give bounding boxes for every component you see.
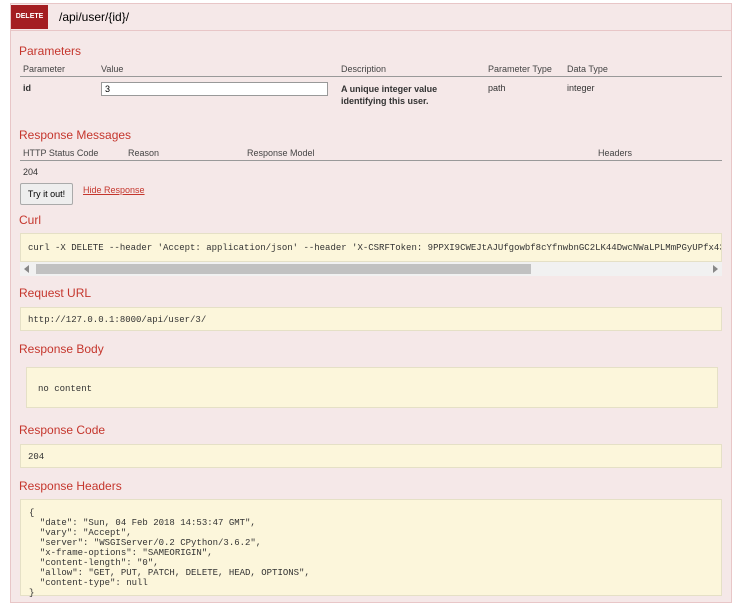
curl-command: curl -X DELETE --header 'Accept: applica…: [28, 243, 722, 253]
curl-scrollbar[interactable]: [20, 262, 722, 276]
response-code-value: 204: [28, 452, 45, 462]
request-url-box: http://127.0.0.1:8000/api/user/3/: [20, 307, 722, 331]
curl-heading: Curl: [19, 213, 42, 227]
param-data-type: integer: [567, 83, 595, 93]
response-code-heading: Response Code: [19, 423, 106, 437]
param-col-value: Value: [101, 64, 124, 74]
request-url-heading: Request URL: [19, 286, 92, 300]
param-header-divider: [20, 76, 722, 77]
scrollbar-thumb[interactable]: [36, 264, 531, 274]
resp-col-headers: Headers: [598, 148, 633, 158]
response-headers-box: { "date": "Sun, 04 Feb 2018 14:53:47 GMT…: [20, 499, 722, 598]
resp-col-reason: Reason: [128, 148, 160, 158]
scroll-left-arrow-icon[interactable]: [24, 265, 29, 273]
param-id-input[interactable]: [101, 82, 328, 96]
operation-panel: DELETE /api/user/{id}/ Parameters Parame…: [10, 3, 732, 603]
response-body-box: no content: [26, 367, 718, 408]
resp-status-code: 204: [23, 167, 39, 177]
response-body-value: no content: [38, 384, 93, 394]
resp-col-model: Response Model: [247, 148, 315, 158]
param-col-description: Description: [341, 64, 387, 74]
response-body-heading: Response Body: [19, 342, 104, 356]
response-headers-value: { "date": "Sun, 04 Feb 2018 14:53:47 GMT…: [29, 508, 310, 598]
resp-col-status: HTTP Status Code: [23, 148, 99, 158]
param-col-parameter-type: Parameter Type: [488, 64, 552, 74]
parameters-heading: Parameters: [19, 44, 82, 58]
request-url-value: http://127.0.0.1:8000/api/user/3/: [28, 315, 207, 325]
response-headers-heading: Response Headers: [19, 479, 122, 493]
response-code-box: 204: [20, 444, 722, 468]
param-col-data-type: Data Type: [567, 64, 608, 74]
try-it-out-button[interactable]: Try it out!: [20, 183, 73, 205]
curl-box: curl -X DELETE --header 'Accept: applica…: [20, 233, 722, 262]
scroll-right-arrow-icon[interactable]: [713, 265, 718, 273]
resp-header-divider: [20, 160, 722, 161]
param-type: path: [488, 83, 506, 93]
http-method-badge: DELETE: [11, 5, 48, 29]
param-name: id: [23, 83, 31, 93]
response-messages-heading: Response Messages: [19, 128, 132, 142]
param-col-parameter: Parameter: [23, 64, 66, 74]
param-description: A unique integer value identifying this …: [341, 84, 438, 106]
endpoint-path[interactable]: /api/user/{id}/: [59, 10, 129, 24]
operation-header[interactable]: DELETE /api/user/{id}/: [11, 4, 731, 31]
hide-response-link[interactable]: Hide Response: [83, 185, 145, 195]
